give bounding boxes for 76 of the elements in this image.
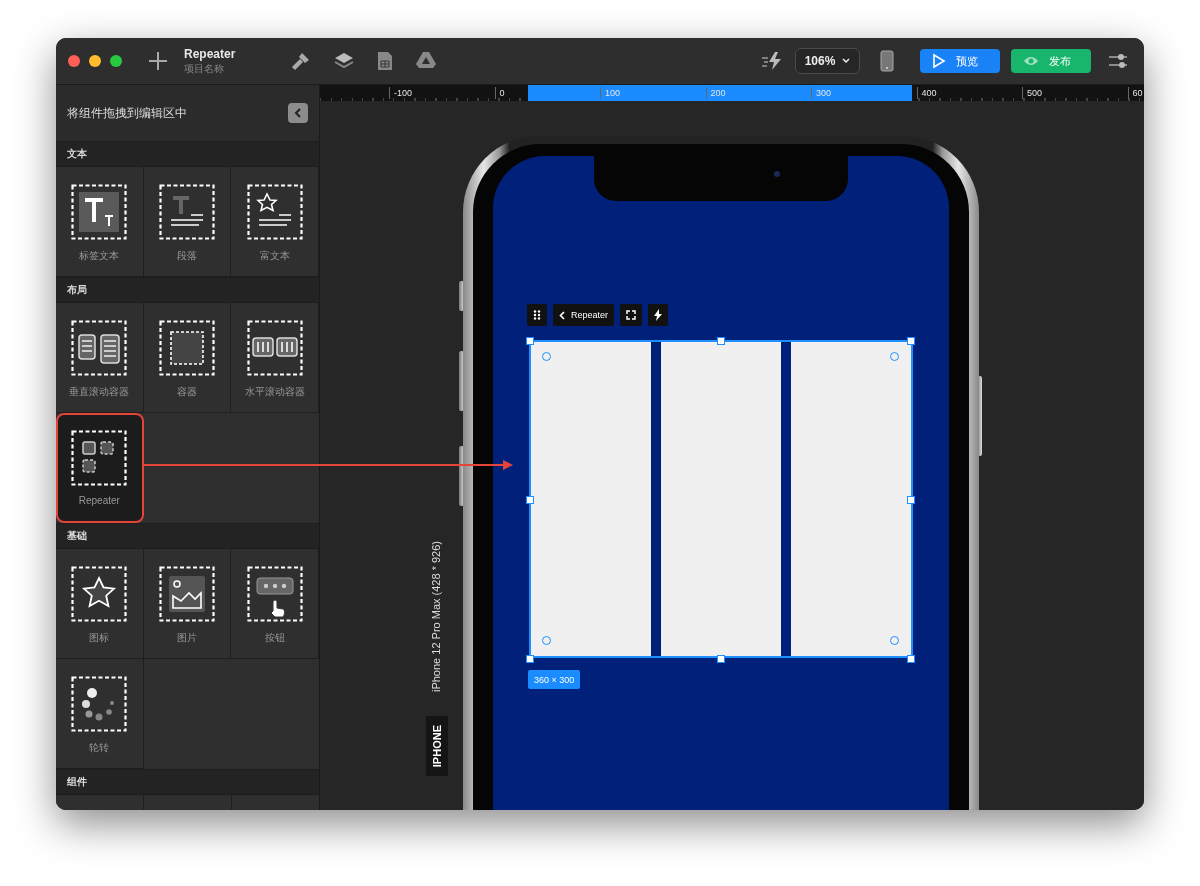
- repeater-icon: [71, 430, 128, 486]
- caret-icon: [842, 58, 851, 64]
- spreadsheet-icon[interactable]: [377, 51, 394, 71]
- resize-handle[interactable]: [907, 337, 915, 345]
- ruler-label: 0: [494, 87, 505, 99]
- horizontal-scroll-icon: [246, 320, 303, 376]
- component-tile[interactable]: 容器: [143, 303, 232, 413]
- resize-handle[interactable]: [907, 655, 915, 663]
- plus-icon[interactable]: [148, 51, 168, 71]
- preview-button[interactable]: 预览: [920, 49, 1000, 73]
- collapse-button[interactable]: [288, 103, 308, 123]
- resize-handle[interactable]: [526, 655, 534, 663]
- project-subtitle: 项目名称: [184, 61, 225, 76]
- phone-icon[interactable]: [880, 50, 894, 72]
- component-tile[interactable]: 图标: [56, 549, 144, 659]
- chevron-icon: [294, 108, 302, 118]
- project-title: Repeater: [184, 46, 236, 61]
- resize-handle[interactable]: [526, 496, 534, 504]
- minimize-button[interactable]: [89, 55, 101, 67]
- ruler-label: 100: [600, 87, 621, 99]
- paragraph-icon: [159, 184, 215, 240]
- resize-handle[interactable]: [907, 496, 915, 504]
- label-text-icon: [71, 184, 128, 240]
- zoom-dropdown[interactable]: 106%: [795, 48, 860, 74]
- chevron-icon: [559, 310, 565, 320]
- component-tile[interactable]: 段落: [143, 167, 232, 277]
- size-label: 360 × 300: [528, 670, 581, 689]
- component-tile[interactable]: 图片: [143, 549, 232, 659]
- vertical-scroll-icon: [71, 320, 128, 376]
- device-badge: IPHONE: [426, 716, 448, 776]
- section-title: 组件: [67, 775, 87, 789]
- drag-handle-icon[interactable]: [527, 304, 547, 326]
- corner-marker: [542, 636, 551, 645]
- ruler-label: 400: [916, 87, 937, 99]
- component-tile[interactable]: 垂直滚动容器: [56, 303, 144, 413]
- layers-icon[interactable]: [334, 51, 355, 71]
- maximize-button[interactable]: [110, 55, 122, 67]
- corner-marker: [542, 352, 551, 361]
- carousel-icon: [71, 676, 128, 732]
- section-title: 基础: [67, 529, 87, 543]
- corner-marker: [890, 636, 899, 645]
- publish-button[interactable]: 发布: [1011, 49, 1091, 73]
- button-icon: [246, 566, 303, 622]
- corner-marker: [890, 352, 899, 361]
- component-tile[interactable]: 按钮: [231, 549, 319, 659]
- resize-handle[interactable]: [717, 655, 725, 663]
- bolt-icon[interactable]: [648, 304, 669, 326]
- brush-icon[interactable]: [291, 51, 312, 71]
- resize-handle[interactable]: [526, 337, 534, 345]
- ruler-label: 300: [811, 87, 832, 99]
- section-title: 布局: [67, 283, 87, 297]
- eye-icon: [1023, 55, 1039, 67]
- image-icon: [159, 566, 215, 622]
- ruler-label: 200: [705, 87, 726, 99]
- fullscreen-icon[interactable]: [620, 304, 643, 326]
- ruler-label: -100: [389, 87, 412, 99]
- component-tile[interactable]: 富文本: [231, 167, 319, 277]
- settings-icon[interactable]: [1108, 52, 1128, 70]
- component-tile[interactable]: 标签文本: [56, 167, 144, 277]
- section-title: 文本: [67, 147, 87, 161]
- triangle-icon[interactable]: [416, 51, 437, 69]
- rich-text-icon: [246, 184, 303, 240]
- ruler-label: 60: [1127, 87, 1143, 99]
- bolt-icon[interactable]: [761, 51, 783, 71]
- sidebar-heading: 将组件拖拽到编辑区中: [67, 104, 187, 122]
- repeater-selection[interactable]: [529, 340, 913, 658]
- component-tile[interactable]: 轮转: [56, 659, 144, 769]
- component-tile[interactable]: Repeater: [56, 413, 144, 523]
- close-button[interactable]: [68, 55, 80, 67]
- device-label: iPhone 12 Pro Max (428 * 926): [430, 541, 442, 693]
- resize-handle[interactable]: [717, 337, 725, 345]
- container-icon: [159, 320, 215, 376]
- ruler-label: 500: [1022, 87, 1043, 99]
- component-tile[interactable]: 水平滚动容器: [231, 303, 319, 413]
- play-icon: [932, 53, 946, 69]
- parent-component-button[interactable]: Repeater: [553, 304, 615, 326]
